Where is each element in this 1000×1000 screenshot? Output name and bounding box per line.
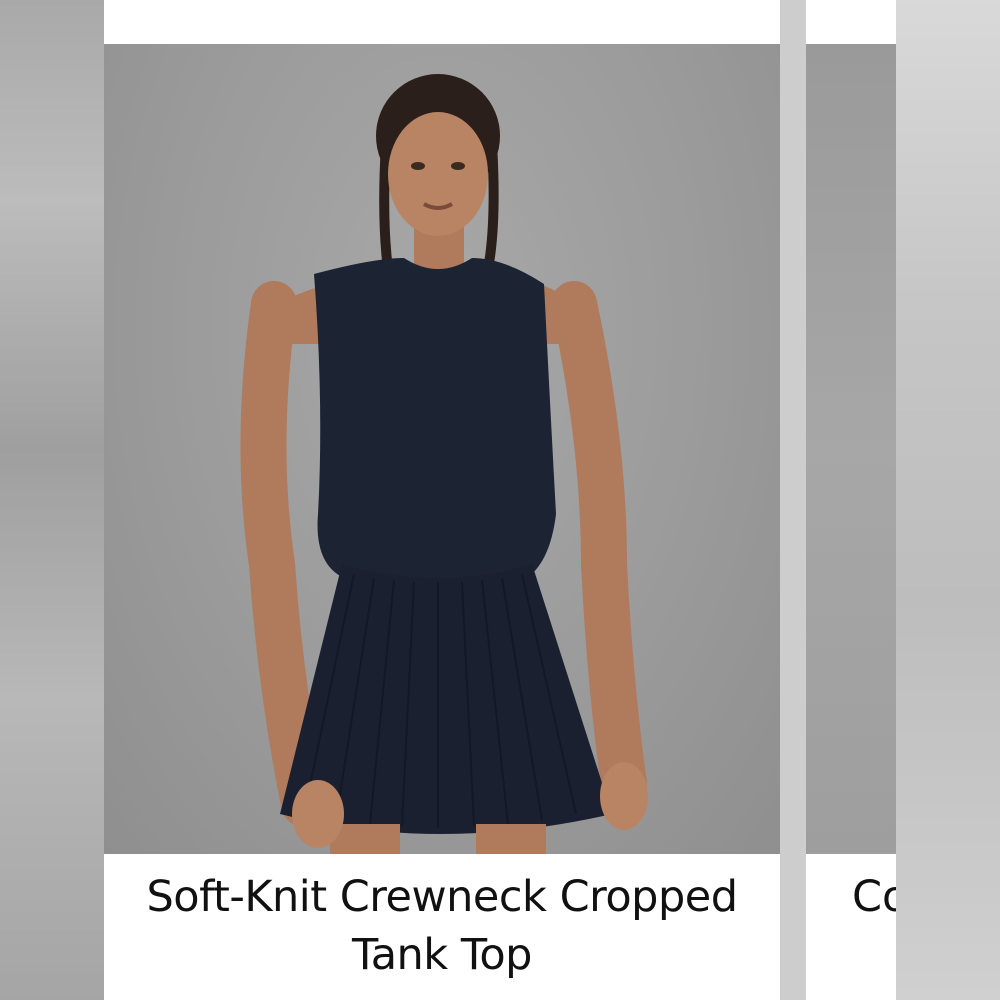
product-image[interactable] (104, 44, 780, 854)
next-product-image[interactable] (806, 44, 896, 854)
tank-top (314, 258, 556, 587)
blurred-backdrop-left (0, 0, 104, 1000)
product-title[interactable]: Soft-Knit Crewneck Cropped Tank Top (104, 868, 780, 984)
product-carousel: Soft-Knit Crewneck Cropped Tank Top Co (0, 0, 1000, 1000)
model-illustration (240, 74, 648, 854)
blurred-backdrop-right (896, 0, 1000, 1000)
product-card[interactable]: Soft-Knit Crewneck Cropped Tank Top (104, 0, 780, 1000)
next-product-card[interactable]: Co (806, 0, 896, 1000)
next-product-title[interactable]: Co (852, 868, 896, 926)
card-top-edge (104, 0, 780, 18)
